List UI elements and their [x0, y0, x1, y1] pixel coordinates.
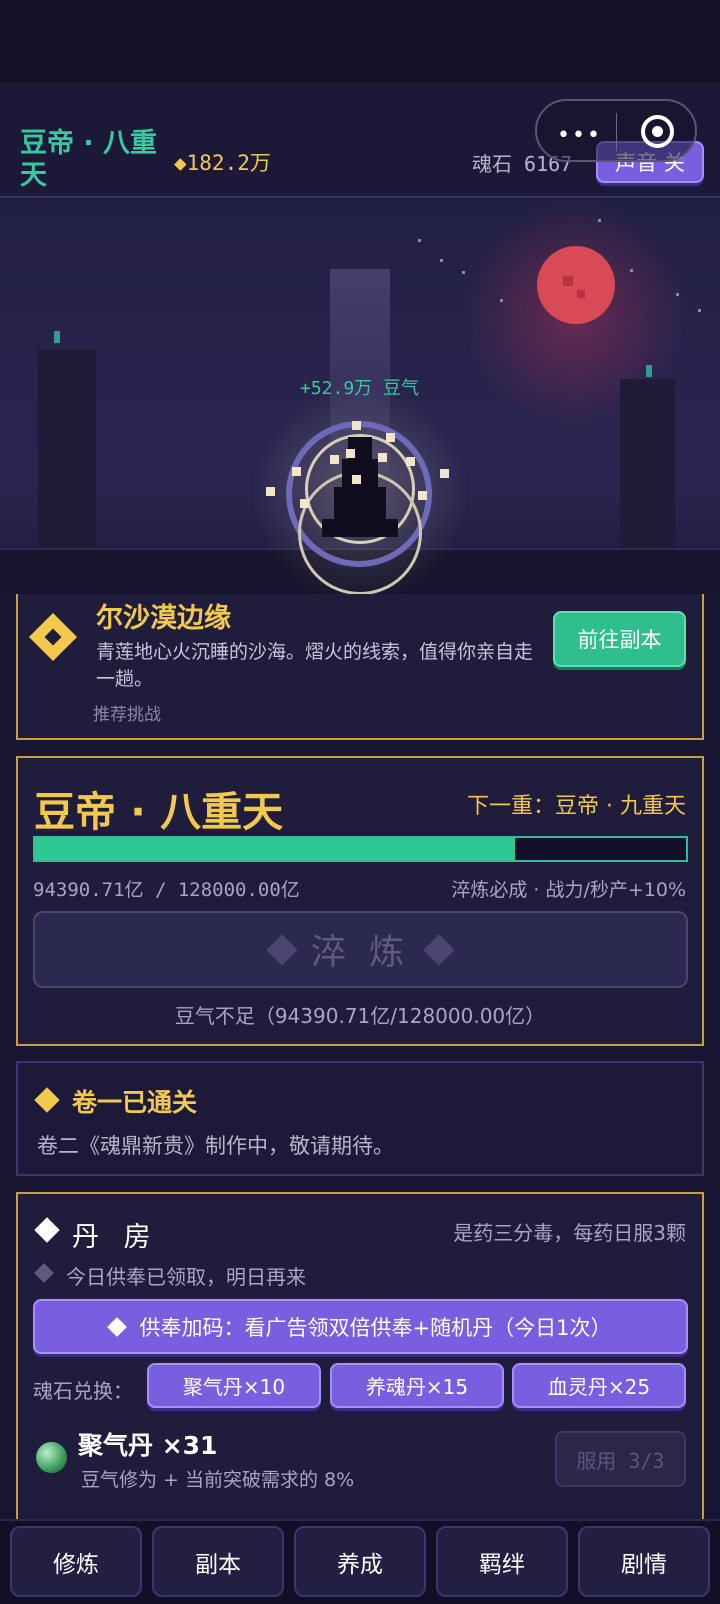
use-pill-button[interactable]: 服用 3/3: [555, 1431, 686, 1487]
nav-develop[interactable]: 养成: [294, 1526, 426, 1597]
exchange-yanghun-button[interactable]: 养魂丹×15: [330, 1363, 504, 1408]
qi-particle: [440, 469, 449, 478]
insufficient-qi-text: 豆气不足（94390.71亿/128000.00亿）: [174, 1004, 546, 1028]
qi-particle: [406, 457, 415, 466]
target-icon[interactable]: [641, 115, 674, 148]
ad-offering-button[interactable]: 供奉加码：看广告领双倍供奉+随机丹（今日1次）: [33, 1299, 688, 1354]
cultivation-scene: +52.9万 豆气: [0, 199, 720, 594]
exchange-xueling-button[interactable]: 血灵丹×25: [512, 1363, 686, 1408]
nav-dungeon[interactable]: 副本: [152, 1526, 284, 1597]
story-description: 卷二《魂鼎新贵》制作中，敬请期待。: [37, 1134, 394, 1158]
exchange-juqi-button[interactable]: 聚气丹×10: [147, 1363, 321, 1408]
refine-bonus-text: 淬炼必成 · 战力/秒产+10%: [451, 879, 686, 901]
star: [698, 309, 701, 312]
exchange-label: 魂石兑换：: [33, 1379, 133, 1403]
qi-particle: [352, 421, 361, 430]
gold-counter: ◆182.2万: [174, 151, 271, 175]
realm-title: 豆帝 · 八重天: [20, 128, 158, 191]
pill-effect: 豆气修为 + 当前突破需求的 8%: [81, 1469, 355, 1491]
qi-gain-text: +52.9万 豆气: [300, 378, 420, 399]
miniprogram-capsule: •••: [535, 99, 697, 162]
realm-progress-bar: [33, 836, 688, 862]
story-title: 卷一已通关: [72, 1088, 198, 1117]
realm-progress-text: 94390.71亿 / 128000.00亿: [33, 879, 300, 901]
star: [418, 239, 421, 242]
pill-name: 聚气丹 ×31: [78, 1431, 218, 1460]
dungeon-description: 青莲地心火沉睡的沙海。熠火的线索，值得你亲自走一趟。: [96, 641, 534, 690]
qi-particle: [346, 449, 355, 458]
star: [630, 269, 633, 272]
right-tower: [620, 379, 675, 549]
tower-light: [54, 331, 60, 343]
ad-offering-label: 供奉加码：看广告领双倍供奉+随机丹（今日1次）: [139, 1315, 612, 1340]
diamond-icon: [106, 1316, 127, 1337]
star: [500, 299, 503, 302]
star: [440, 259, 443, 262]
realm-name: 豆帝 · 八重天: [34, 788, 284, 836]
status-strip: [0, 0, 720, 83]
alchemy-title: 丹 房: [72, 1222, 159, 1253]
dungeon-name: 尔沙漠边缘: [96, 603, 231, 634]
star: [676, 293, 679, 296]
nav-cultivate[interactable]: 修炼: [10, 1526, 142, 1597]
star: [462, 271, 465, 274]
capsule-divider: [616, 113, 617, 151]
realm-progress-fill: [35, 838, 515, 860]
next-realm: 下一重：豆帝 · 九重天: [467, 794, 686, 819]
more-menu-button[interactable]: •••: [557, 123, 602, 148]
qi-particle: [386, 433, 395, 442]
cultivator-sprite: [320, 429, 400, 549]
refine-button-label: 淬 炼: [310, 933, 411, 973]
nav-story[interactable]: 剧情: [578, 1526, 710, 1597]
pill-icon: [36, 1442, 67, 1473]
red-moon: [537, 246, 615, 324]
refine-button[interactable]: 淬 炼: [33, 911, 688, 988]
qi-particle: [300, 499, 309, 508]
qi-particle: [330, 455, 339, 464]
star: [598, 219, 601, 222]
dungeon-tag: 推荐挑战: [93, 705, 161, 725]
qi-particle: [352, 475, 361, 484]
qi-particle: [418, 491, 427, 500]
qi-particle: [292, 467, 301, 476]
tower-light: [646, 365, 652, 377]
qi-particle: [378, 453, 387, 462]
left-tower: [38, 349, 96, 549]
qi-particle: [266, 487, 275, 496]
nav-bond[interactable]: 羁绊: [436, 1526, 568, 1597]
daily-offering-note: 今日供奉已领取，明日再来: [66, 1265, 306, 1289]
alchemy-note: 是药三分毒，每药日服3颗: [453, 1221, 686, 1245]
goto-dungeon-button[interactable]: 前往副本: [553, 611, 686, 667]
diamond-icon: [266, 933, 298, 966]
diamond-icon: [423, 933, 455, 966]
